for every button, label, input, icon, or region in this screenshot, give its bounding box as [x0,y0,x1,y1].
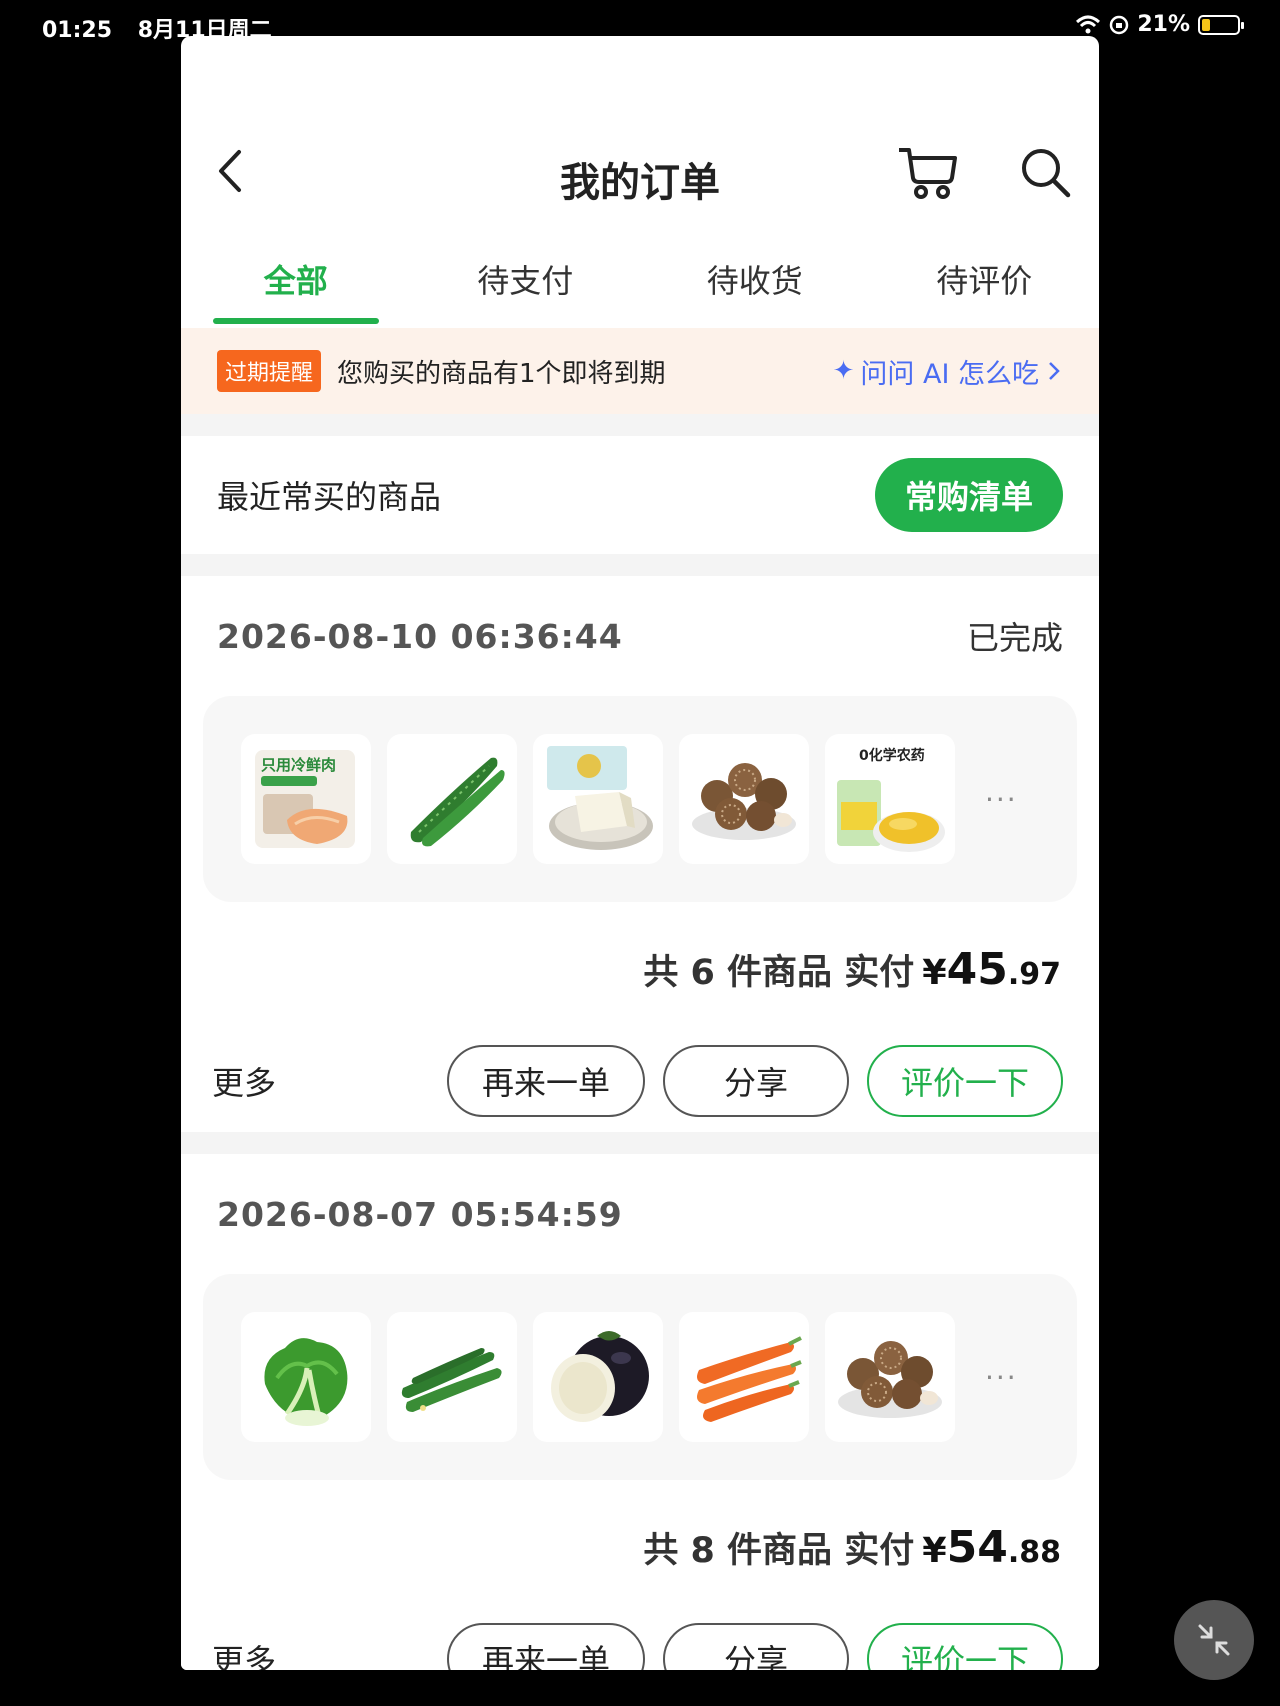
order-tabs: 全部 待支付 待收货 待评价 [181,236,1099,326]
order-card: 2026-08-10 06:36:44 已完成 只用冷鲜肉 0化学农药 ··· … [181,576,1099,1132]
order-price: ¥45.97 [922,943,1061,995]
order-date: 2026-08-10 06:36:44 [217,616,623,656]
more-items-icon: ··· [985,782,1018,816]
status-bar: 01:25 8月11日周二 21% [0,0,1280,43]
tab-pending-payment[interactable]: 待支付 [411,236,641,326]
ask-ai-link[interactable]: ✦ 问问 AI 怎么吃 [833,352,1063,391]
review-button[interactable]: 评价一下 [867,1045,1063,1117]
order-date: 2026-08-07 05:54:59 [217,1194,623,1234]
battery-percent: 21% [1137,12,1190,37]
order-status: 已完成 [966,619,1063,657]
divider [181,414,1099,436]
reorder-button[interactable]: 再来一单 [447,1045,645,1117]
order-items-thumbnails[interactable]: ··· [203,1274,1077,1480]
order-count-text: 共 8 件商品 实付 [643,1530,915,1571]
cart-icon[interactable] [897,144,959,200]
eggplant-icon [533,1312,663,1442]
more-button[interactable]: 更多 [212,1636,429,1670]
more-items-icon: ··· [985,1360,1018,1394]
reorder-button[interactable]: 再来一单 [447,1623,645,1670]
tofu-icon [533,734,663,864]
expiry-reminder-bar[interactable]: 过期提醒 您购买的商品有1个即将到期 ✦ 问问 AI 怎么吃 [181,328,1099,414]
order-items-thumbnails[interactable]: 只用冷鲜肉 0化学农药 ··· [203,696,1077,902]
svg-text:0化学农药: 0化学农药 [859,747,925,764]
page-title: 我的订单 [560,160,720,206]
tab-pending-delivery[interactable]: 待收货 [640,236,870,326]
cucumber-icon [387,734,517,864]
order-card: 2026-08-07 05:54:59 ··· 共 8 件商品 实付 ¥54.8 [181,1154,1099,1670]
divider [181,554,1099,576]
review-button[interactable]: 评价一下 [867,1623,1063,1670]
share-button[interactable]: 分享 [663,1045,849,1117]
order-total: 共 6 件商品 实付 ¥45.97 [181,902,1099,1036]
frequent-list-button[interactable]: 常购清单 [874,458,1063,532]
battery-icon [1198,14,1244,35]
orders-panel: 我的订单 全部 待支付 待收货 待评价 过期提醒 您购买的商品有1个即将到期 ✦… [181,36,1099,1670]
share-button[interactable]: 分享 [663,1623,849,1670]
tab-all[interactable]: 全部 [181,236,411,326]
sparkle-icon: ✦ [832,356,855,386]
pork-package-icon: 只用冷鲜肉 [241,734,371,864]
tab-pending-review[interactable]: 待评价 [870,236,1100,326]
expiry-text: 您购买的商品有1个即将到期 [337,358,666,389]
corn-kernels-package-icon: 0化学农药 [825,734,955,864]
collapse-arrows-icon [1198,1624,1230,1656]
order-count-text: 共 6 件商品 实付 [643,952,915,993]
ask-ai-label: 问问 AI 怎么吃 [860,358,1039,390]
more-button[interactable]: 更多 [212,1058,429,1104]
minimize-window-button[interactable] [1174,1600,1254,1680]
carrot-icon [679,1312,809,1442]
nav-bar: 我的订单 [181,36,1099,206]
chevron-right-icon [1049,362,1060,380]
expiry-badge: 过期提醒 [217,350,322,392]
status-time: 01:25 [42,18,113,43]
frequent-purchases-row: 最近常买的商品 常购清单 [181,436,1099,554]
order-price: ¥54.88 [922,1521,1061,1573]
rotation-lock-icon [1110,15,1129,34]
order-actions: 更多 再来一单 分享 评价一下 [181,1614,1099,1670]
wifi-icon [1076,15,1101,33]
order-actions: 更多 再来一单 分享 评价一下 [181,1036,1099,1126]
divider [181,1132,1099,1154]
search-icon[interactable] [1019,146,1071,198]
cucumber-icon [387,1312,517,1442]
shiitake-mushroom-icon [679,734,809,864]
frequent-label: 最近常买的商品 [217,478,442,516]
order-total: 共 8 件商品 实付 ¥54.88 [181,1480,1099,1614]
svg-text:只用冷鲜肉: 只用冷鲜肉 [261,756,336,774]
bok-choy-icon [241,1312,371,1442]
shiitake-mushroom-icon [825,1312,955,1442]
